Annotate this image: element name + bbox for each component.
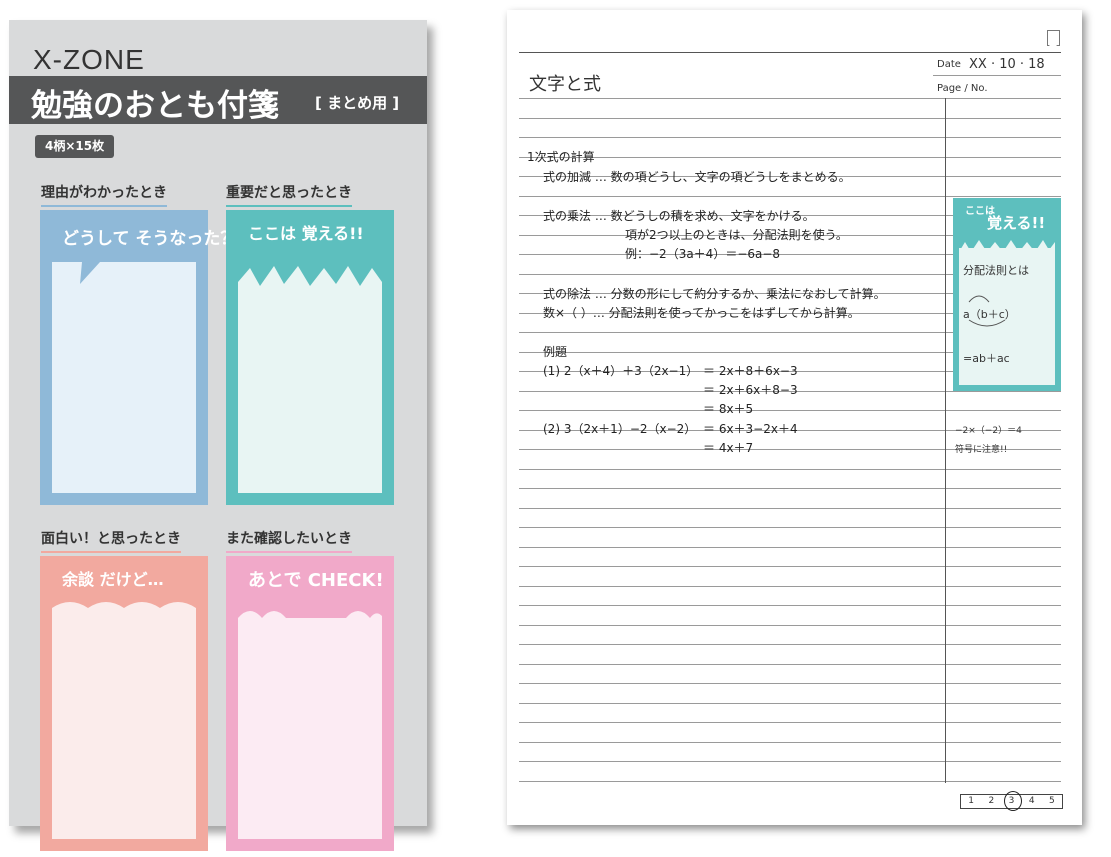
page-indicator-item: 5: [1049, 796, 1055, 806]
sticky-text: =ab＋ac: [963, 352, 1010, 365]
note-header-check: あとで CHECK!: [248, 570, 384, 591]
note-line: ＝ 8x＋5: [703, 402, 754, 416]
title-band: 勉強のおとも付箋 [ まとめ用 ]: [9, 76, 427, 124]
date-label: Date: [937, 59, 961, 70]
margin-rule: [945, 98, 946, 783]
page-indicator: 1 2 3 4 5: [960, 791, 1063, 811]
page-indicator-item-active: 3: [1001, 791, 1023, 811]
ruled-line: [519, 137, 1061, 138]
date-value: XX · 10 · 18: [969, 57, 1045, 72]
brand-logo: X-ZONE: [33, 44, 145, 75]
ruled-line: [519, 117, 1061, 119]
page-no-label: Page / No.: [937, 83, 988, 94]
ruled-line: [519, 195, 1061, 197]
ruled-line: [519, 683, 1061, 684]
top-rule: [519, 52, 1061, 53]
ruled-line: [519, 780, 1061, 782]
wavy-edge-icon: [238, 611, 382, 839]
ruled-line: [519, 702, 1061, 704]
side-note: 符号に注意!!: [955, 445, 1008, 455]
note-line: 1次式の計算: [527, 150, 595, 164]
note-line: 式の加減 … 数の項どうし、文字の項どうしをまとめる。: [543, 170, 851, 184]
ruled-line: [519, 585, 1061, 587]
ruled-line: [519, 546, 1061, 548]
date-underline: [933, 75, 1061, 76]
note-header-reason: どうして そうなった？: [62, 229, 238, 249]
speech-bubble-icon: [52, 222, 196, 493]
sticky-note-important: ここは 覚える!!: [226, 210, 394, 505]
ruled-line: [519, 566, 1061, 567]
sticky-note-on-page: ここは 覚える!! 分配法則とは a（b＋c） =ab＋ac: [953, 198, 1061, 391]
notebook-page: 文字と式 Date XX · 10 · 18 Page / No. 1次式の計算…: [507, 10, 1082, 825]
note-label-important: 重要だと思ったとき: [226, 182, 352, 207]
ruled-line: [519, 156, 1061, 158]
note-line: (1) 2（x＋4）＋3（2x−1）: [543, 364, 699, 378]
ruled-line: [519, 605, 1061, 606]
ruled-line: [519, 488, 1061, 489]
note-header-important: ここは 覚える!!: [248, 224, 364, 243]
sticky-text: 分配法則とは: [963, 264, 1029, 277]
sticky-header: 覚える!!: [987, 214, 1046, 232]
ruled-line: [519, 410, 1061, 411]
product-subtitle: [ まとめ用 ]: [315, 94, 400, 112]
note-line: 式の除法 … 分数の形にして約分するか、乗法になおして計算。: [543, 287, 886, 301]
ruled-line: [519, 507, 1061, 509]
page-title: 文字と式: [529, 74, 601, 95]
cloud-edge-icon: [52, 602, 196, 839]
ruled-line: [519, 741, 1061, 743]
note-line: ＝ 6x＋3−2x＋4: [703, 422, 798, 436]
distribution-arrows-icon: [968, 295, 1006, 327]
ruled-line: [519, 644, 1061, 645]
note-label-check: また確認したいとき: [226, 528, 352, 553]
page-indicator-item: 2: [988, 796, 995, 806]
sticky-note-reason: どうして そうなった？: [40, 210, 237, 505]
note-line: 例題: [543, 345, 568, 359]
note-header-interesting: 余談 だけど…: [62, 570, 164, 589]
note-line: 例：−2（3a＋4）＝−6a−8: [625, 247, 781, 261]
ruled-line: [519, 98, 1061, 99]
bookmark-icon: [1047, 30, 1060, 46]
note-line: ＝ 4x＋7: [703, 441, 754, 455]
note-line: (2) 3（2x＋1）−2（x−2）: [543, 422, 697, 436]
ruled-line: [519, 624, 1061, 626]
note-line: ＝ 2x＋8＋6x−3: [703, 364, 798, 378]
ruled-line: [519, 468, 1061, 470]
ruled-line: [519, 722, 1061, 723]
page-indicator-item: 4: [1028, 796, 1035, 806]
note-label-reason: 理由がわかったとき: [41, 182, 167, 207]
note-line: 項が2つ以上のときは、分配法則を使う。: [625, 228, 848, 242]
torn-edge-icon: [238, 266, 382, 493]
ruled-line: [519, 527, 1061, 528]
note-line: 式の乗法 … 数どうしの積を求め、文字をかける。: [543, 209, 815, 223]
page-indicator-item: 1: [968, 796, 974, 806]
sticky-note-check: あとで CHECK!: [226, 556, 394, 851]
side-note: −2×（−2）＝4: [955, 426, 1022, 436]
count-badge: 4柄×15枚: [35, 135, 115, 158]
note-label-interesting: 面白い！と思ったとき: [41, 528, 181, 553]
product-title: 勉強のおとも付箋: [31, 88, 279, 124]
note-line: 数×（ ）… 分配法則を使ってかっこをはずしてから計算。: [543, 306, 860, 320]
sticky-note-interesting: 余談 だけど…: [40, 556, 208, 851]
note-line: ＝ 2x＋6x＋8−3: [703, 383, 798, 397]
ruled-line: [519, 663, 1061, 665]
ruled-line: [519, 761, 1061, 762]
product-package: X-ZONE 勉強のおとも付箋 [ まとめ用 ] 4柄×15枚 理由がわかったと…: [9, 20, 427, 851]
